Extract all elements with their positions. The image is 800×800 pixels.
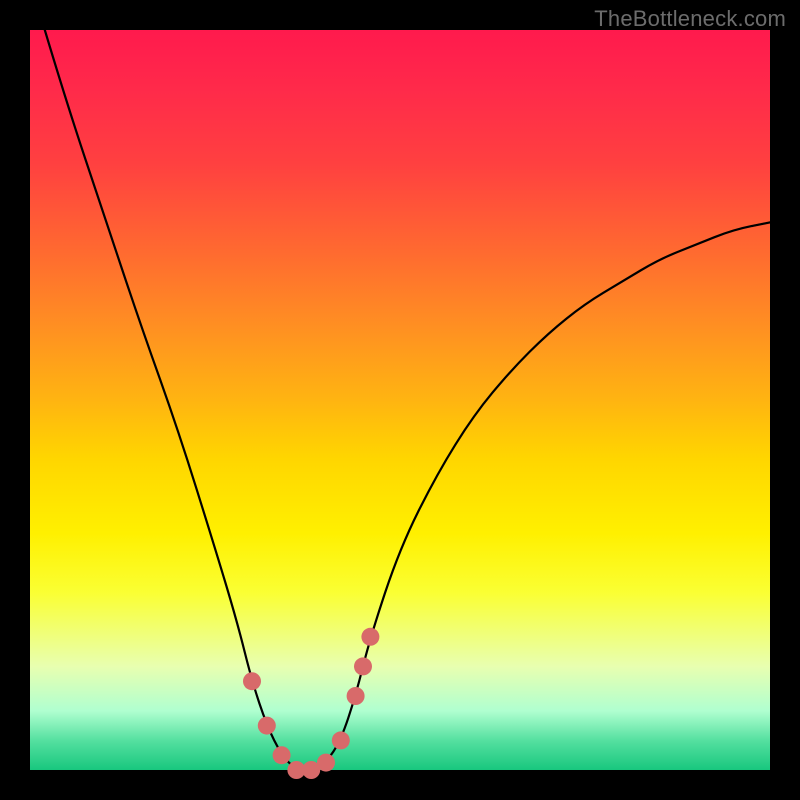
highlight-marker — [243, 672, 261, 690]
curve-group — [45, 30, 770, 770]
highlight-marker — [347, 687, 365, 705]
plot-area — [30, 30, 770, 770]
highlight-marker — [332, 731, 350, 749]
highlight-marker — [273, 746, 291, 764]
highlight-marker — [354, 657, 372, 675]
marker-group — [243, 628, 379, 779]
highlight-marker — [317, 754, 335, 772]
watermark-text: TheBottleneck.com — [594, 6, 786, 32]
outer-frame: TheBottleneck.com — [0, 0, 800, 800]
highlight-marker — [258, 717, 276, 735]
bottleneck-curve — [45, 30, 770, 770]
highlight-marker — [361, 628, 379, 646]
chart-canvas — [30, 30, 770, 770]
